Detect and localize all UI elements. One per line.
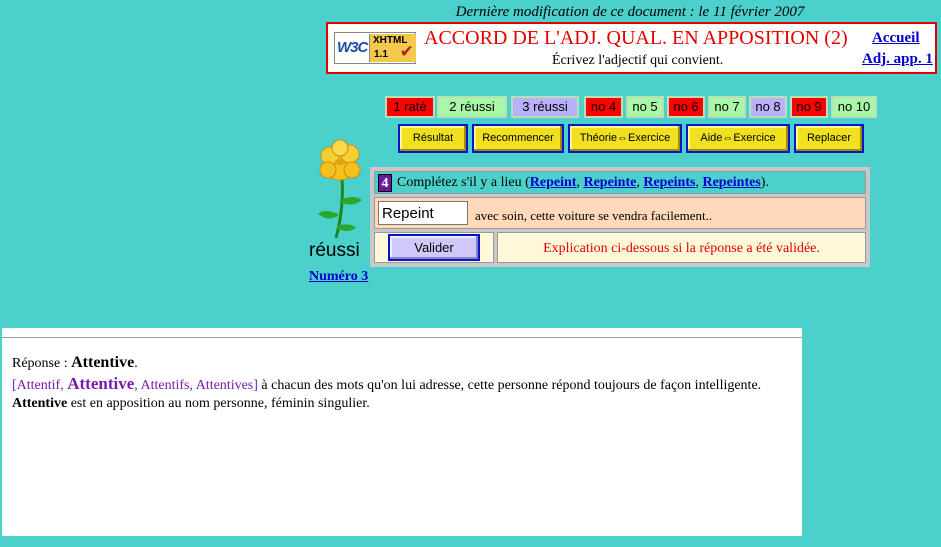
answer-prefix: Réponse : bbox=[12, 356, 72, 371]
option-link-1[interactable]: Repeint bbox=[530, 175, 577, 190]
instruction-text: Complétez s'il y a lieu (Repeint, Repein… bbox=[397, 175, 769, 191]
answer-line-2: [Attentif, Attentive, Attentifs, Attenti… bbox=[12, 374, 761, 394]
rose-icon bbox=[318, 139, 362, 239]
validate-button[interactable]: Valider bbox=[388, 234, 480, 261]
divider bbox=[2, 337, 802, 338]
nav-home-link[interactable]: Accueil bbox=[872, 30, 919, 47]
instruction-prefix: Complétez s'il y a lieu ( bbox=[397, 175, 530, 190]
score-button-3[interactable]: 3 réussi bbox=[511, 96, 579, 118]
explanation-rule: est en apposition au nom personne, fémin… bbox=[67, 396, 370, 411]
page-subtitle: Écrivez l'adjectif qui convient. bbox=[552, 53, 724, 68]
sentence-complete: à chacun des mots qu'on lui adresse, cet… bbox=[257, 378, 762, 393]
correct-answer: Attentive bbox=[71, 354, 135, 371]
restart-button[interactable]: Recommencer bbox=[472, 124, 564, 153]
header-box: W3C XHTML 1.1 ✔ ACCORD DE L'ADJ. QUAL. E… bbox=[326, 22, 937, 74]
xhtml-label-box: XHTML 1.1 ✔ bbox=[369, 34, 416, 62]
score-button-4[interactable]: no 4 bbox=[584, 96, 623, 118]
instruction-row: 4 Complétez s'il y a lieu (Repeint, Repe… bbox=[374, 171, 866, 194]
theory-exercise-button[interactable]: Théorie⇔Exercice bbox=[568, 124, 682, 153]
answer-row: avec soin, cette voiture se vendra facil… bbox=[374, 197, 866, 229]
help-exercise-button[interactable]: Aide⇔Exercice bbox=[686, 124, 790, 153]
validate-cell: Valider bbox=[374, 232, 494, 263]
xhtml-version: 1.1 bbox=[374, 49, 388, 60]
result-button[interactable]: Résultat bbox=[398, 124, 468, 153]
options-rest: , Attentifs, Attentives] bbox=[134, 378, 258, 393]
option-link-4[interactable]: Repeintes bbox=[702, 175, 760, 190]
answer-line-3: Attentive est en apposition au nom perso… bbox=[12, 396, 370, 412]
answer-input[interactable] bbox=[378, 201, 468, 225]
explanation-cell: Explication ci-dessous si la réponse a é… bbox=[497, 232, 866, 263]
score-button-1[interactable]: 1 raté bbox=[385, 96, 435, 118]
score-button-9[interactable]: no 9 bbox=[790, 96, 828, 118]
score-button-2[interactable]: 2 réussi bbox=[437, 96, 507, 118]
replace-button[interactable]: Replacer bbox=[794, 124, 864, 153]
explanation-word: Attentive bbox=[12, 396, 68, 411]
answer-line-1: Réponse : Attentive. bbox=[12, 354, 138, 372]
w3c-logo: W3C bbox=[337, 39, 368, 56]
page-title: ACCORD DE L'ADJ. QUAL. EN APPOSITION (2) bbox=[424, 27, 848, 49]
options-highlight: Attentive bbox=[67, 374, 135, 393]
w3c-xhtml-badge[interactable]: W3C XHTML 1.1 ✔ bbox=[334, 32, 416, 64]
explanation-text: Explication ci-dessous si la réponse a é… bbox=[543, 241, 820, 256]
status-text: réussi bbox=[309, 240, 360, 261]
last-modified-text: Dernière modification de ce document : l… bbox=[455, 4, 805, 20]
option-link-3[interactable]: Repeints bbox=[643, 175, 695, 190]
score-button-6[interactable]: no 6 bbox=[667, 96, 705, 118]
answer-end: . bbox=[134, 356, 138, 371]
nav-adj-app-link[interactable]: Adj. app. 1 bbox=[862, 51, 933, 68]
score-button-7[interactable]: no 7 bbox=[708, 96, 746, 118]
option-link-2[interactable]: Repeinte bbox=[583, 175, 636, 190]
score-button-5[interactable]: no 5 bbox=[626, 96, 664, 118]
instruction-suffix: ). bbox=[760, 175, 769, 190]
checkmark-icon: ✔ bbox=[399, 42, 414, 62]
options-open: [Attentif, bbox=[12, 378, 68, 393]
question-number: 4 bbox=[378, 174, 392, 192]
number-link[interactable]: Numéro 3 bbox=[309, 269, 368, 285]
score-button-8[interactable]: no 8 bbox=[749, 96, 787, 118]
sentence-text: avec soin, cette voiture se vendra facil… bbox=[475, 208, 713, 223]
answer-panel: Réponse : Attentive. [Attentif, Attentiv… bbox=[2, 328, 802, 536]
score-button-10[interactable]: no 10 bbox=[831, 96, 877, 118]
